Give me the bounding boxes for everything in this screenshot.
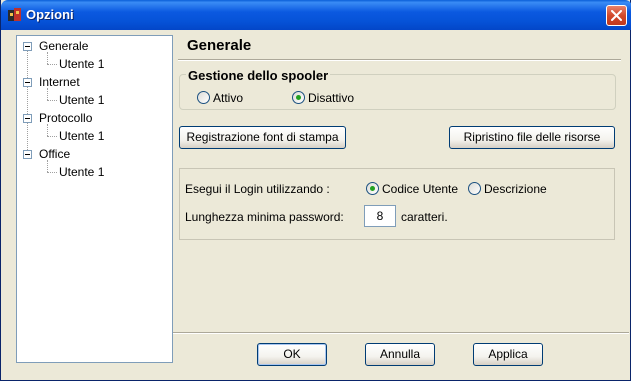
options-dialog: Opzioni Generale Utente 1 Internet Utent… <box>0 0 631 381</box>
tree-item-protocollo[interactable]: Protocollo <box>39 110 92 126</box>
close-button[interactable] <box>606 5 627 26</box>
tree-item-office[interactable]: Office <box>39 146 70 162</box>
tree-item-label: Utente 1 <box>59 93 105 107</box>
radio-label: Attivo <box>213 91 244 105</box>
expander-office[interactable] <box>23 150 32 159</box>
tree-item-label: Utente 1 <box>59 165 105 179</box>
password-length-input[interactable]: 8 <box>364 205 396 227</box>
title-divider <box>178 59 621 61</box>
cancel-button[interactable]: Annulla <box>365 343 435 366</box>
footer-divider <box>173 332 629 334</box>
expander-internet[interactable] <box>23 78 32 87</box>
category-tree[interactable]: Generale Utente 1 Internet Utente 1 Prot… <box>16 35 173 363</box>
tree-item-label: Protocollo <box>39 111 93 125</box>
tree-item-internet-utente[interactable]: Utente 1 <box>59 92 104 108</box>
radio-circle-checked <box>292 91 305 104</box>
tree-item-office-utente[interactable]: Utente 1 <box>59 164 104 180</box>
tree-item-generale-utente[interactable]: Utente 1 <box>59 56 104 72</box>
tree-item-label: Generale <box>39 39 89 53</box>
dialog-client: Generale Utente 1 Internet Utente 1 Prot… <box>4 30 629 378</box>
login-label: Esegui il Login utilizzando : <box>185 182 330 196</box>
tree-item-label: Utente 1 <box>59 129 105 143</box>
login-group <box>179 168 615 240</box>
tree-item-label: Office <box>39 147 71 161</box>
tree-item-label: Utente 1 <box>59 57 105 71</box>
radio-label: Descrizione <box>484 182 547 196</box>
close-icon <box>611 10 622 21</box>
password-length-label: Lunghezza minima password: <box>185 210 344 224</box>
radio-label: Disattivo <box>308 91 355 105</box>
window-title: Opzioni <box>26 7 74 22</box>
radio-circle <box>468 182 481 195</box>
radio-label: Codice Utente <box>382 182 459 196</box>
tree-item-protocollo-utente[interactable]: Utente 1 <box>59 128 104 144</box>
ok-button[interactable]: OK <box>257 343 327 366</box>
expander-generale[interactable] <box>23 42 32 51</box>
radio-circle-checked <box>366 182 379 195</box>
apply-button[interactable]: Applica <box>473 343 543 366</box>
page-title: Generale <box>187 37 252 54</box>
spooler-group-label: Gestione dello spooler <box>186 68 331 83</box>
register-fonts-button[interactable]: Registrazione font di stampa <box>179 126 346 149</box>
app-icon <box>8 8 21 21</box>
radio-circle <box>197 91 210 104</box>
restore-resources-button[interactable]: Ripristino file delle risorse <box>449 126 615 149</box>
expander-protocollo[interactable] <box>23 114 32 123</box>
tree-item-label: Internet <box>39 75 80 89</box>
tree-item-internet[interactable]: Internet <box>39 74 80 90</box>
tree-item-generale[interactable]: Generale <box>39 38 88 54</box>
password-length-unit: caratteri. <box>401 210 448 224</box>
title-bar[interactable]: Opzioni <box>1 0 631 30</box>
